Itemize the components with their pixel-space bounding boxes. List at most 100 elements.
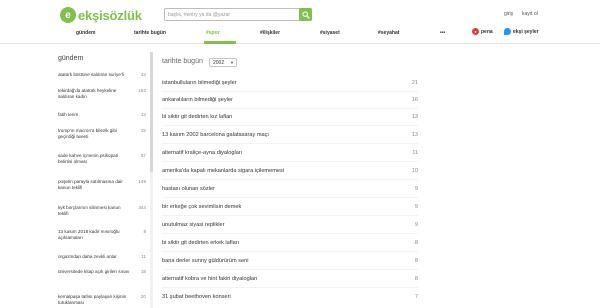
- sidebar-item-count: 57: [140, 153, 146, 158]
- topic-title[interactable]: amerika'da kapalı mekanlarda sigara içil…: [162, 168, 284, 174]
- search-icon: [301, 10, 310, 19]
- search-box: ▾: [164, 8, 312, 21]
- row-divider: [162, 269, 418, 270]
- search-button[interactable]: [299, 8, 312, 21]
- topic-row[interactable]: unutulmaz siyasi replikler 9: [162, 218, 418, 234]
- sidebar-item[interactable]: 13 kasım 2018 kadir mısıroğlu açıklamala…: [58, 229, 146, 242]
- topic-title[interactable]: alternatif kraliçe-ayna diyalogları: [162, 150, 242, 156]
- eksi-seyler-icon: [504, 28, 511, 35]
- topic-row[interactable]: hastası olunan sözler 9: [162, 182, 418, 198]
- nav-spor[interactable]: #spor: [206, 30, 220, 36]
- sidebar-title: gündem: [58, 55, 84, 62]
- topic-title[interactable]: bi siktir git dedirten erkek lafları: [162, 240, 239, 246]
- nav-seyahat[interactable]: #seyahat: [378, 30, 399, 36]
- eksi-seyler-label: ekşi şeyler: [513, 28, 539, 35]
- page-title: tarihte bugün: [162, 58, 203, 65]
- topic-title[interactable]: hastası olunan sözler: [162, 186, 215, 192]
- year-select[interactable]: 2002 ▼: [209, 58, 237, 67]
- topic-row[interactable]: 13 kasım 2002 barcelona galatasaray maçı…: [162, 128, 418, 144]
- eksi-seyler-button[interactable]: ekşi şeyler: [504, 28, 539, 35]
- nav-iliskiler[interactable]: #ilişkiler: [260, 30, 280, 36]
- sidebar-item-title: orgazmdan daha zevkli anlar: [58, 254, 117, 259]
- row-divider: [162, 251, 418, 252]
- topic-count: 9: [414, 204, 418, 210]
- sidebar-item[interactable]: orgazmdan daha zevkli anlar 11: [58, 254, 146, 260]
- topic-row[interactable]: alternatif kobra ve hint fakiri diyalogl…: [162, 272, 418, 288]
- topic-count: 8: [414, 240, 418, 246]
- sidebar-item[interactable]: kemalpaşa tatlısı paylaşan kişinin tutuk…: [58, 294, 146, 307]
- sidebar-item[interactable]: kyk borçlarının silinmesi kanun teklifi …: [58, 205, 146, 218]
- sidebar-scroll-thumb[interactable]: [150, 52, 153, 172]
- topic-title[interactable]: bir erkeğe çok sevimlisin demek: [162, 204, 241, 210]
- topic-title[interactable]: ankaralıların bilmediği şeyler: [162, 97, 233, 103]
- sidebar-item[interactable]: sade kahve içmenin psikopati belirtisi o…: [58, 153, 146, 166]
- sidebar-item[interactable]: üniversitede kitap açık girilen sınav 18: [58, 269, 146, 275]
- login-link[interactable]: giriş: [504, 11, 513, 17]
- sidebar-item[interactable]: tekirdağ'da atatürk heykeline saldıran k…: [58, 88, 146, 101]
- topic-count: 7: [414, 294, 418, 300]
- topic-count: 9: [414, 222, 418, 228]
- search-input[interactable]: [165, 9, 295, 20]
- row-divider: [162, 143, 418, 144]
- row-divider: [162, 161, 418, 162]
- nav-gundem[interactable]: gündem: [76, 30, 95, 36]
- topic-title[interactable]: unutulmaz siyasi replikler: [162, 222, 225, 228]
- sidebar-item-title: kyk borçlarının silinmesi kanun teklifi: [58, 205, 121, 217]
- sidebar-item-title: tekirdağ'da atatürk heykeline saldıran k…: [58, 88, 117, 100]
- topic-title[interactable]: alternatif kobra ve hint fakiri diyalogl…: [162, 276, 257, 282]
- row-divider: [162, 197, 418, 198]
- register-link[interactable]: kayıt ol: [522, 11, 538, 17]
- sidebar-item-count: 13: [140, 112, 146, 117]
- logo[interactable]: e ekşisözlük: [60, 7, 142, 23]
- sidebar-item[interactable]: fatih terim 13: [58, 112, 146, 118]
- row-divider: [162, 91, 418, 92]
- topic-row[interactable]: bana derler sunny güldürürüm seni 8: [162, 254, 418, 270]
- topic-title[interactable]: bi siktir git dedirten kız lafları: [162, 114, 233, 120]
- topic-row[interactable]: bir erkeğe çok sevimlisin demek 9: [162, 200, 418, 216]
- logo-text: ekşisözlük: [78, 7, 142, 23]
- topic-title[interactable]: 13 kasım 2002 barcelona galatasaray maçı: [162, 132, 269, 138]
- sidebar-item[interactable]: atatürk büstüne saldıran suriye'li 43: [58, 72, 146, 78]
- topic-count: 21: [411, 80, 418, 86]
- topic-row[interactable]: bi siktir git dedirten erkek lafları 8: [162, 236, 418, 252]
- sidebar-item-count: 43: [140, 72, 146, 77]
- nav-tarihte-bugun[interactable]: tarihte bugün: [134, 30, 166, 36]
- sidebar-item-count: 18: [140, 269, 146, 274]
- logo-icon: e: [60, 7, 76, 23]
- nav-siyaset[interactable]: #siyaset: [320, 30, 340, 36]
- pena-icon: ●: [472, 28, 479, 35]
- topic-count: 9: [414, 186, 418, 192]
- sidebar-item-count: 149: [138, 179, 146, 184]
- row-divider: [162, 125, 418, 126]
- sidebar-item-count: 8: [143, 229, 146, 234]
- pena-button[interactable]: ● pena: [472, 28, 493, 35]
- topic-row[interactable]: ankaralıların bilmediği şeyler 16: [162, 93, 418, 109]
- sidebar-item-title: poşetin parayla satılmasına dair kanun t…: [58, 179, 123, 191]
- sidebar-item-title: kemalpaşa tatlısı paylaşan kişinin tutuk…: [58, 294, 127, 306]
- more-icon[interactable]: •••: [440, 30, 445, 36]
- topic-title[interactable]: 31 şubat beethoven konseri: [162, 294, 231, 300]
- sidebar-item-title: atatürk büstüne saldıran suriye'li: [58, 72, 124, 77]
- topic-row[interactable]: amerika'da kapalı mekanlarda sigara içil…: [162, 164, 418, 180]
- topic-title[interactable]: istanbulluların bilmediği şeyler: [162, 80, 237, 86]
- topic-row[interactable]: bi siktir git dedirten kız lafları 13: [162, 110, 418, 126]
- topic-row[interactable]: 31 şubat beethoven konseri 7: [162, 290, 418, 306]
- topic-title[interactable]: bana derler sunny güldürürüm seni: [162, 258, 248, 264]
- topic-count: 13: [411, 132, 418, 138]
- active-tab-indicator: [204, 41, 236, 44]
- sidebar-item-title: 13 kasım 2018 kadir mısıroğlu açıklamala…: [58, 229, 120, 241]
- sidebar-item-count: 15: [140, 128, 146, 133]
- topic-count: 10: [411, 168, 418, 174]
- topic-count: 16: [411, 97, 418, 103]
- topic-row[interactable]: istanbulluların bilmediği şeyler 21: [162, 76, 418, 92]
- pena-label: pena: [481, 28, 493, 35]
- sidebar-item-title: üniversitede kitap açık girilen sınav: [58, 269, 130, 274]
- row-divider: [162, 215, 418, 216]
- sidebar-item-count: 182: [138, 88, 146, 93]
- sidebar-item[interactable]: poşetin parayla satılmasına dair kanun t…: [58, 179, 146, 192]
- topic-count: 13: [411, 114, 418, 120]
- topic-row[interactable]: alternatif kraliçe-ayna diyalogları 11: [162, 146, 418, 162]
- sidebar-item[interactable]: trump'ın macron'a bilezik gibi geçirdiği…: [58, 128, 146, 141]
- sidebar-item-title: fatih terim: [58, 112, 79, 117]
- topic-count: 8: [414, 258, 418, 264]
